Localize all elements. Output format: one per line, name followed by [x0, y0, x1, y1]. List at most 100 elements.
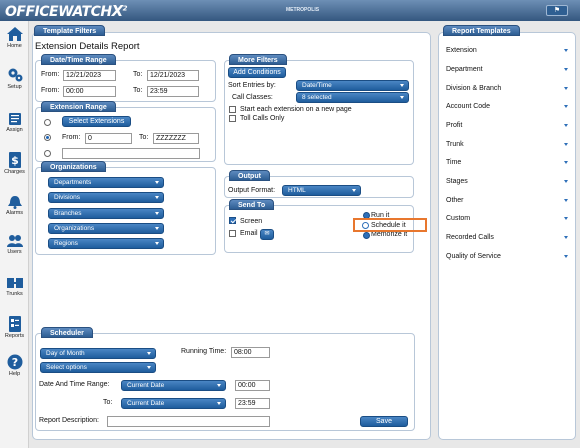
departments-select[interactable]: Departments — [48, 177, 164, 188]
organizations-select[interactable]: Organizations — [48, 223, 164, 234]
template-item-account-code[interactable]: Account Code — [446, 101, 572, 113]
template-label: Recorded Calls — [446, 234, 494, 241]
extension-radio-custom[interactable] — [44, 150, 51, 157]
running-time-label: Running Time: — [181, 348, 227, 355]
template-item-custom[interactable]: Custom — [446, 213, 572, 225]
select-label: HTML — [288, 187, 306, 194]
extension-radio-range[interactable] — [44, 134, 51, 141]
email-checkbox[interactable] — [229, 230, 236, 237]
regions-select[interactable]: Regions — [48, 238, 164, 249]
alarm-icon — [7, 196, 22, 209]
add-conditions-button[interactable]: Add Conditions — [228, 67, 286, 78]
chevron-down-icon — [400, 96, 404, 99]
dtr-start-select[interactable]: Current Date — [121, 380, 226, 391]
output-format-select[interactable]: HTML — [282, 185, 361, 196]
sidebar-item-label: Trunks — [6, 291, 23, 297]
report-description-input[interactable] — [107, 416, 270, 427]
sidebar-item-help[interactable]: ? Help — [0, 354, 29, 377]
toll-calls-checkbox[interactable] — [229, 115, 236, 122]
template-item-time[interactable]: Time — [446, 157, 572, 169]
select-label: Current Date — [127, 382, 165, 389]
chevron-down-icon — [564, 87, 568, 90]
template-item-department[interactable]: Department — [446, 64, 572, 76]
to-time-input[interactable]: 23:59 — [147, 86, 199, 97]
dtr-to-label: To: — [103, 399, 113, 406]
sidebar-item-assign[interactable]: Assign — [0, 112, 29, 133]
extension-to-input[interactable]: ZZZZZZZ — [153, 133, 199, 144]
options-select[interactable]: Select options — [40, 362, 156, 373]
template-label: Profit — [446, 122, 463, 129]
select-label: Date/Time — [302, 82, 332, 89]
sidebar-item-label: Assign — [6, 127, 23, 133]
email-settings-button[interactable]: ✉ — [260, 229, 274, 240]
sidebar-item-setup[interactable]: Setup — [0, 67, 29, 90]
template-item-stages[interactable]: Stages — [446, 176, 572, 188]
sidebar-item-trunks[interactable]: Trunks — [0, 276, 29, 297]
chevron-down-icon — [564, 124, 568, 127]
new-page-checkbox[interactable] — [229, 106, 236, 113]
sidebar-item-charges[interactable]: $ Charges — [0, 152, 29, 175]
save-button[interactable]: Save — [360, 416, 408, 427]
sidebar-item-users[interactable]: Users — [0, 234, 29, 255]
template-item-extension[interactable]: Extension — [446, 45, 572, 57]
extension-from-input[interactable]: 0 — [85, 133, 132, 144]
to-date-input[interactable]: 12/21/2023 — [147, 70, 199, 81]
chevron-down-icon — [217, 402, 221, 405]
frequency-select[interactable]: Day of Month — [40, 348, 156, 359]
select-extensions-button[interactable]: Select Extensions — [62, 116, 131, 127]
site-name: METROPOLIS — [286, 7, 320, 13]
from-label: From: — [41, 71, 60, 78]
select-label: Regions — [54, 240, 78, 247]
chevron-down-icon — [352, 189, 356, 192]
running-time-input[interactable]: 08:00 — [231, 347, 270, 358]
sidebar-item-label: Reports — [4, 333, 25, 339]
organizations-title: Organizations — [41, 161, 106, 172]
extension-custom-input[interactable] — [62, 148, 200, 159]
sort-entries-select[interactable]: Date/Time — [296, 80, 409, 91]
notification-button[interactable]: ⚑ — [546, 5, 568, 16]
sidebar-item-home[interactable]: Home — [0, 26, 29, 49]
memorize-it-label: Memorize it — [371, 231, 408, 238]
sidebar-item-reports[interactable]: Reports — [0, 316, 29, 339]
schedule-highlight-box — [353, 218, 427, 232]
svg-text:$: $ — [11, 154, 19, 167]
chevron-down-icon — [155, 242, 159, 245]
extension-radio-select[interactable] — [44, 119, 51, 126]
branches-select[interactable]: Branches — [48, 208, 164, 219]
template-label: Quality of Service — [446, 253, 501, 260]
sidebar-item-label: Setup — [7, 84, 22, 90]
svg-text:?: ? — [11, 356, 17, 369]
sidebar-item-label: Users — [7, 249, 22, 255]
to-time-label: To: — [133, 87, 143, 94]
call-classes-select[interactable]: 8 selected — [296, 92, 409, 103]
dollar-icon: $ — [8, 152, 21, 168]
toll-calls-label: Toll Calls Only — [240, 115, 285, 122]
sidebar-item-label: Help — [8, 371, 21, 377]
dtr-start-time-input[interactable]: 00:00 — [235, 380, 270, 391]
sort-entries-label: Sort Entries by: — [228, 82, 276, 89]
more-filters-title: More Filters — [229, 54, 287, 65]
template-item-division-branch[interactable]: Division & Branch — [446, 83, 572, 95]
report-templates-title: Report Templates — [443, 25, 520, 36]
template-label: Trunk — [446, 141, 464, 148]
select-label: Day of Month — [46, 350, 85, 357]
report-description-label: Report Description: — [39, 417, 99, 424]
call-classes-label: Call Classes: — [232, 94, 273, 101]
dtr-end-time-input[interactable]: 23:59 — [235, 398, 270, 409]
from-time-input[interactable]: 00:00 — [63, 86, 116, 97]
assign-icon — [8, 113, 21, 125]
sidebar-item-alarms[interactable]: Alarms — [0, 195, 29, 216]
from-date-input[interactable]: 12/21/2023 — [63, 70, 116, 81]
home-icon — [6, 27, 23, 41]
template-item-trunk[interactable]: Trunk — [446, 139, 572, 151]
chevron-down-icon — [564, 255, 568, 258]
memorize-it-radio[interactable] — [363, 232, 370, 239]
template-item-quality-of-service[interactable]: Quality of Service — [446, 251, 572, 263]
dtr-end-select[interactable]: Current Date — [121, 398, 226, 409]
screen-checkbox[interactable] — [229, 217, 236, 224]
template-item-recorded-calls[interactable]: Recorded Calls — [446, 232, 572, 244]
template-item-other[interactable]: Other — [446, 195, 572, 207]
template-filters-tab: Template Filters — [34, 25, 106, 36]
divisions-select[interactable]: Divisions — [48, 192, 164, 203]
template-item-profit[interactable]: Profit — [446, 120, 572, 132]
